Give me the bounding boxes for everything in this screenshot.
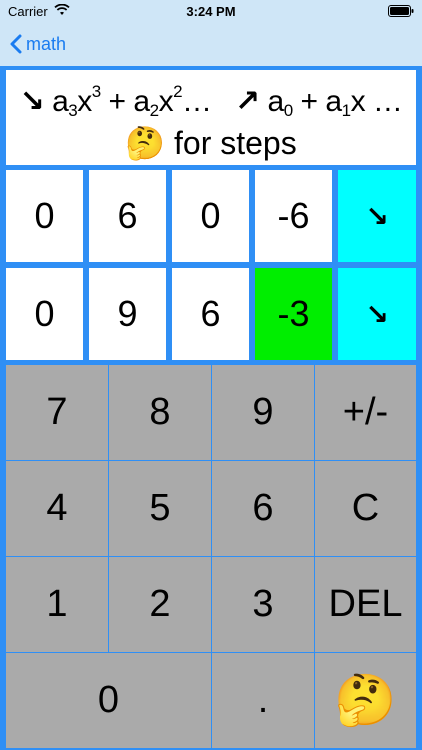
active-coefficient-cell[interactable]: -3 <box>255 268 332 360</box>
term-a3: a3x3 <box>52 82 101 120</box>
steps-label: for steps <box>174 125 297 161</box>
coefficient-cell[interactable]: 6 <box>89 170 166 262</box>
term-a1: a1x <box>325 85 366 120</box>
coefficient-cell[interactable]: 0 <box>6 268 83 360</box>
instruction-panel[interactable]: ↘ a3x3 + a2x2… ↗ a0 + a1x … 🤔 for steps <box>6 70 416 165</box>
coefficient-cell[interactable]: 0 <box>6 170 83 262</box>
key-decimal[interactable]: . <box>212 653 314 748</box>
key-7[interactable]: 7 <box>6 365 108 460</box>
steps-button[interactable]: 🤔 <box>315 653 416 748</box>
steps-hint[interactable]: 🤔 for steps <box>6 124 416 162</box>
term-a0: a0 <box>267 85 294 120</box>
coefficient-cell[interactable]: 6 <box>172 268 249 360</box>
ellipsis: … <box>182 85 212 118</box>
battery-icon <box>388 5 414 17</box>
status-bar: Carrier 3:24 PM <box>0 0 422 22</box>
key-5[interactable]: 5 <box>109 461 211 556</box>
key-9[interactable]: 9 <box>212 365 314 460</box>
descending-arrow-icon: ↘ <box>19 85 45 118</box>
key-8[interactable]: 8 <box>109 365 211 460</box>
ascending-arrow-icon: ↗ <box>235 85 260 118</box>
keypad: 7 8 9 +/- 4 5 6 C 1 2 3 DEL 0 . 🤔 <box>6 365 416 748</box>
key-1[interactable]: 1 <box>6 557 108 652</box>
key-4[interactable]: 4 <box>6 461 108 556</box>
coefficient-cell[interactable]: 9 <box>89 268 166 360</box>
key-6[interactable]: 6 <box>212 461 314 556</box>
thinking-emoji-icon: 🤔 <box>125 125 166 161</box>
order-toggle-button[interactable]: ↘ <box>338 268 416 360</box>
back-button[interactable]: math <box>10 30 66 58</box>
order-hint: ↘ a3x3 + a2x2… ↗ a0 + a1x … <box>6 82 416 121</box>
key-delete[interactable]: DEL <box>315 557 416 652</box>
back-label: math <box>26 33 67 54</box>
order-toggle-button[interactable]: ↘ <box>338 170 416 262</box>
plus-sign: + <box>108 85 127 118</box>
navigation-bar: math <box>0 22 422 66</box>
key-2[interactable]: 2 <box>109 557 211 652</box>
plus-sign: + <box>300 85 319 118</box>
key-0[interactable]: 0 <box>6 653 211 748</box>
status-time: 3:24 PM <box>186 4 236 19</box>
term-a2: a2x2 <box>133 82 183 120</box>
coefficient-cell[interactable]: 0 <box>172 170 249 262</box>
key-clear[interactable]: C <box>315 461 416 556</box>
key-negate[interactable]: +/- <box>315 365 416 460</box>
chevron-left-icon <box>10 34 22 54</box>
coefficient-cell[interactable]: -6 <box>255 170 332 262</box>
ellipsis: … <box>372 85 403 118</box>
key-3[interactable]: 3 <box>212 557 314 652</box>
